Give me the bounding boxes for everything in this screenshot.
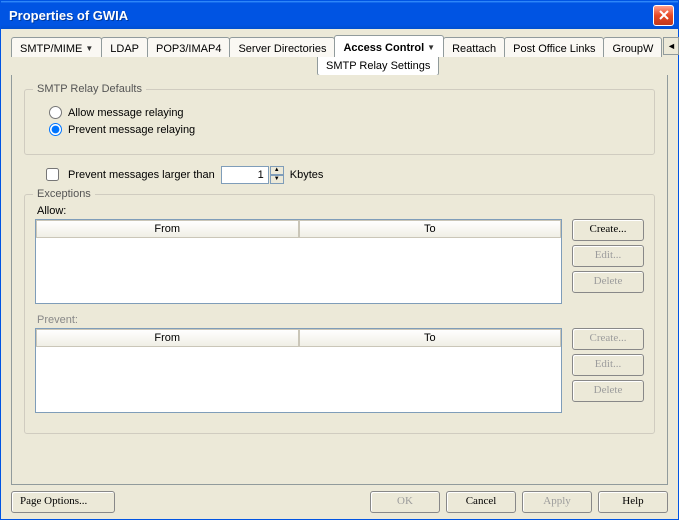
subtab-smtp-relay-settings[interactable]: SMTP Relay Settings: [317, 56, 439, 76]
ok-button: OK: [370, 491, 440, 513]
page-options-button[interactable]: Page Options...: [11, 491, 115, 513]
tab-smtp-mime[interactable]: SMTP/MIME ▼: [11, 37, 102, 57]
radio-label: Prevent message relaying: [68, 124, 195, 136]
prevent-list-header: From To: [36, 329, 561, 347]
tab-label: Reattach: [452, 43, 496, 55]
tab-label: Post Office Links: [513, 43, 595, 55]
subtab-label: SMTP Relay Settings: [326, 60, 430, 72]
col-to[interactable]: To: [299, 329, 562, 347]
tab-server-directories[interactable]: Server Directories: [229, 37, 335, 57]
tab-post-office-links[interactable]: Post Office Links: [504, 37, 604, 57]
prevent-list-body[interactable]: [36, 347, 561, 412]
size-spinner: ▲ ▼: [221, 166, 284, 184]
content: SMTP/MIME ▼ LDAP POP3/IMAP4 Server Direc…: [1, 29, 678, 519]
prevent-edit-button: Edit...: [572, 354, 644, 376]
size-unit: Kbytes: [290, 169, 324, 181]
col-from[interactable]: From: [36, 220, 299, 238]
tab-access-control[interactable]: Access Control ▼: [334, 35, 444, 57]
group-legend: SMTP Relay Defaults: [33, 83, 146, 95]
cancel-button[interactable]: Cancel: [446, 491, 516, 513]
chevron-down-icon: ▼: [427, 43, 435, 52]
radio-prevent-relaying[interactable]: Prevent message relaying: [49, 123, 640, 136]
footer: Page Options... OK Cancel Apply Help: [11, 485, 668, 513]
spinner-up[interactable]: ▲: [270, 166, 284, 175]
tab-pop3-imap4[interactable]: POP3/IMAP4: [147, 37, 230, 57]
tab-label: POP3/IMAP4: [156, 43, 221, 55]
prevent-list[interactable]: From To: [35, 328, 562, 413]
tab-scroll-left[interactable]: ◄: [663, 37, 679, 55]
spinner-buttons: ▲ ▼: [270, 166, 284, 184]
window: Properties of GWIA SMTP/MIME ▼ LDAP POP3…: [0, 0, 679, 520]
tab-label: GroupW: [612, 43, 653, 55]
allow-list-body[interactable]: [36, 238, 561, 303]
tab-label: Access Control: [343, 42, 424, 54]
subtabs: SMTP Relay Settings: [317, 56, 668, 76]
chevron-down-icon: ▼: [85, 44, 93, 53]
radio-label: Allow message relaying: [68, 107, 184, 119]
col-from[interactable]: From: [36, 329, 299, 347]
prevent-larger-checkbox[interactable]: [46, 168, 59, 181]
allow-buttons: Create... Edit... Delete: [572, 219, 644, 293]
prevent-section: Prevent: From To Create... Edit...: [35, 314, 644, 413]
tab-reattach[interactable]: Reattach: [443, 37, 505, 57]
panel: SMTP Relay Defaults Allow message relayi…: [11, 75, 668, 485]
allow-label: Allow:: [37, 205, 644, 217]
radio-allow-relaying[interactable]: Allow message relaying: [49, 106, 640, 119]
col-to[interactable]: To: [299, 220, 562, 238]
close-icon: [659, 10, 669, 20]
checkbox-label: Prevent messages larger than: [68, 169, 215, 181]
tab-label: SMTP/MIME: [20, 43, 82, 55]
allow-delete-button: Delete: [572, 271, 644, 293]
smtp-relay-defaults-group: SMTP Relay Defaults Allow message relayi…: [24, 89, 655, 155]
titlebar: Properties of GWIA: [1, 1, 678, 29]
window-title: Properties of GWIA: [9, 8, 653, 23]
allow-edit-button: Edit...: [572, 245, 644, 267]
apply-button: Apply: [522, 491, 592, 513]
tabs-row: SMTP/MIME ▼ LDAP POP3/IMAP4 Server Direc…: [11, 37, 668, 57]
tabs: SMTP/MIME ▼ LDAP POP3/IMAP4 Server Direc…: [11, 37, 661, 57]
close-button[interactable]: [653, 5, 674, 26]
prevent-delete-button: Delete: [572, 380, 644, 402]
help-button[interactable]: Help: [598, 491, 668, 513]
allow-create-button[interactable]: Create...: [572, 219, 644, 241]
tab-scroll: ◄ ►: [663, 37, 679, 55]
exceptions-group: Exceptions Allow: From To Create...: [24, 194, 655, 434]
tab-label: Server Directories: [238, 43, 326, 55]
prevent-create-button: Create...: [572, 328, 644, 350]
allow-list-header: From To: [36, 220, 561, 238]
prevent-label: Prevent:: [37, 314, 644, 326]
group-legend: Exceptions: [33, 188, 95, 200]
radio-allow-input[interactable]: [49, 106, 62, 119]
tab-ldap[interactable]: LDAP: [101, 37, 148, 57]
allow-list[interactable]: From To: [35, 219, 562, 304]
size-limit-row: Prevent messages larger than ▲ ▼ Kbytes: [42, 165, 655, 184]
size-input[interactable]: [221, 166, 269, 184]
tab-label: LDAP: [110, 43, 139, 55]
radio-prevent-input[interactable]: [49, 123, 62, 136]
tab-groupwise[interactable]: GroupW: [603, 37, 662, 57]
spinner-down[interactable]: ▼: [270, 175, 284, 184]
allow-section: Allow: From To Create... Edit...: [35, 205, 644, 304]
prevent-buttons: Create... Edit... Delete: [572, 328, 644, 402]
